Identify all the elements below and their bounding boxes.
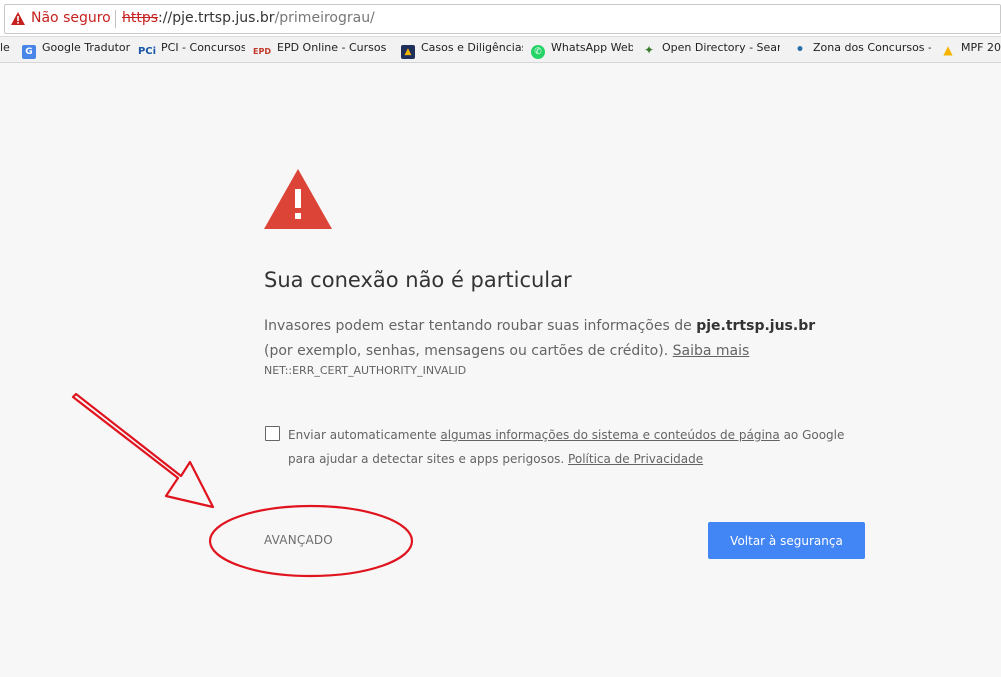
- explanation-text: Invasores podem estar tentando roubar su…: [264, 314, 824, 364]
- bookmark-zona-concursos[interactable]: • Zona dos Concursos - /: [793, 41, 931, 57]
- bookmark-casos-diligencias[interactable]: ▲ Casos e Diligências: [401, 41, 523, 59]
- bookmark-whatsapp-web[interactable]: ✆ WhatsApp Web: [531, 41, 633, 59]
- bookmark-pci-concursos[interactable]: PCi PCI - Concursos: [137, 41, 245, 59]
- report-text: Enviar automaticamente algumas informaçõ…: [288, 423, 858, 471]
- bookmarks-bar: le G Google Tradutor PCi PCI - Concursos E…: [0, 37, 1001, 63]
- report-part: Enviar automaticamente: [288, 428, 441, 442]
- google-translate-icon: G: [22, 45, 36, 59]
- omnibox[interactable]: Não seguro https://pje.trtsp.jus.br/prim…: [4, 4, 1001, 34]
- bookmark-google-tradutor[interactable]: G Google Tradutor: [22, 41, 132, 59]
- interstitial-page: Sua conexão não é particular Invasores p…: [0, 63, 1001, 677]
- url-host: ://pje.trtsp.jus.br: [158, 10, 275, 26]
- open-directory-icon: ✦: [643, 43, 655, 57]
- bookmark-label: le: [0, 41, 10, 54]
- advanced-button[interactable]: AVANÇADO: [264, 533, 333, 547]
- warning-icon[interactable]: [11, 12, 25, 25]
- omnibox-divider: [115, 10, 116, 28]
- report-checkbox[interactable]: [265, 426, 280, 441]
- bookmark-partial[interactable]: le: [0, 41, 14, 54]
- bookmark-label: MPF 20: [961, 41, 1001, 54]
- zona-icon: •: [795, 42, 805, 57]
- bookmark-epd-online[interactable]: EPD EPD Online - Cursos de: [251, 41, 389, 59]
- bookmark-label: Zona dos Concursos - /: [813, 41, 931, 54]
- domain-name: pje.trtsp.jus.br: [696, 318, 816, 334]
- url-scheme: https: [122, 10, 159, 26]
- explanation-part: Invasores podem estar tentando roubar su…: [264, 318, 697, 334]
- privacy-policy-link[interactable]: Política de Privacidade: [568, 452, 703, 466]
- url-text[interactable]: https://pje.trtsp.jus.br/primeirograu/: [122, 10, 375, 26]
- epd-icon: EPD: [253, 47, 271, 56]
- explanation-part: (por exemplo, senhas, mensagens ou cartõ…: [264, 343, 673, 359]
- bookmark-label: WhatsApp Web: [551, 41, 633, 54]
- warning-triangle-icon: [264, 169, 332, 229]
- bookmark-label: Open Directory - Searc: [662, 41, 780, 54]
- pci-icon: PCi: [137, 46, 157, 57]
- security-status[interactable]: Não seguro: [31, 10, 111, 26]
- back-to-safety-button[interactable]: Voltar à segurança: [708, 522, 865, 559]
- bookmark-mpf[interactable]: ▲ MPF 20: [941, 41, 1001, 57]
- whatsapp-icon: ✆: [531, 45, 545, 59]
- error-code: NET::ERR_CERT_AUTHORITY_INVALID: [264, 364, 467, 377]
- page-title: Sua conexão não é particular: [264, 268, 572, 292]
- bookmark-open-directory[interactable]: ✦ Open Directory - Searc: [642, 41, 780, 57]
- bookmark-label: Casos e Diligências: [421, 41, 523, 54]
- bookmark-label: Google Tradutor: [42, 41, 131, 54]
- system-info-link[interactable]: algumas informações do sistema e conteúd…: [440, 428, 779, 442]
- adwords-icon: ▲: [401, 45, 415, 59]
- drive-icon: ▲: [943, 43, 953, 57]
- learn-more-link[interactable]: Saiba mais: [673, 343, 750, 359]
- url-path: /primeirograu/: [274, 10, 375, 26]
- address-bar: Não seguro https://pje.trtsp.jus.br/prim…: [0, 0, 1001, 37]
- bookmark-label: PCI - Concursos: [161, 41, 245, 54]
- bookmark-label: EPD Online - Cursos de: [277, 41, 389, 54]
